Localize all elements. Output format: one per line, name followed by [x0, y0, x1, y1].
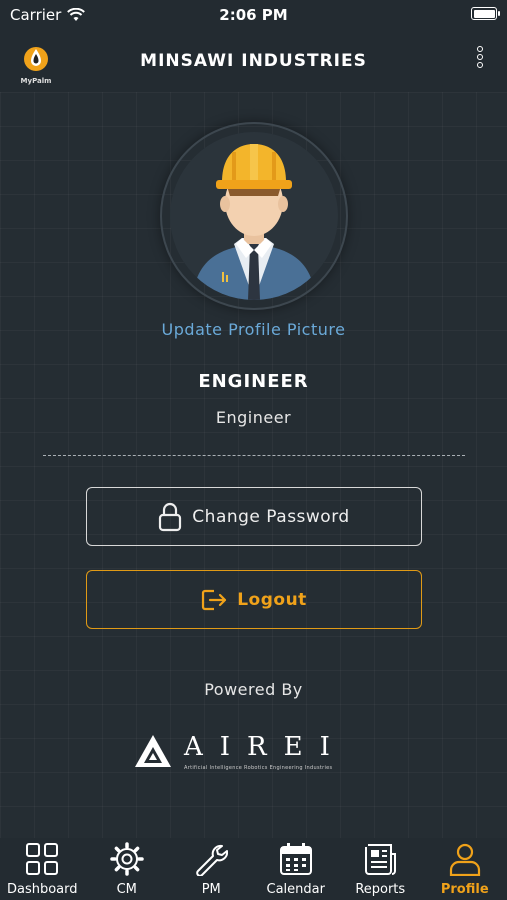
- airei-logo: AIREI Artificial Intelligence Robotics E…: [134, 732, 374, 778]
- app-logo[interactable]: MyPalm: [20, 44, 52, 85]
- dashboard-icon: [26, 843, 59, 875]
- tab-cm[interactable]: CM: [85, 838, 170, 900]
- wrench-icon: [196, 844, 229, 876]
- app-header: MyPalm MINSAWI INDUSTRIES: [0, 30, 507, 92]
- bottom-tab-bar: Dashboard CM PM Calendar Reports Profile: [0, 838, 507, 900]
- powered-by-label: Powered By: [204, 680, 303, 699]
- tab-label: Dashboard: [6, 882, 78, 897]
- logo-text: MyPalm: [20, 77, 52, 85]
- tab-label: Reports: [355, 882, 406, 897]
- tab-calendar[interactable]: Calendar: [254, 838, 339, 900]
- gear-icon: [110, 842, 144, 876]
- tab-reports[interactable]: Reports: [338, 838, 423, 900]
- tab-pm[interactable]: PM: [169, 838, 254, 900]
- status-bar: Carrier 2:06 PM: [0, 0, 507, 30]
- clock: 2:06 PM: [219, 6, 288, 24]
- profile-icon: [449, 843, 480, 876]
- oil-drop-icon: [24, 47, 48, 71]
- lock-icon: [159, 502, 182, 531]
- airei-brand-text: AIREI: [184, 732, 347, 762]
- tab-label: Calendar: [266, 882, 325, 897]
- tab-label: PM: [201, 882, 221, 897]
- logout-label: Logout: [237, 589, 307, 610]
- tab-dashboard[interactable]: Dashboard: [0, 838, 85, 900]
- more-options-icon[interactable]: [475, 44, 485, 74]
- profile-content: Update Profile Picture ENGINEER Engineer…: [0, 92, 507, 838]
- avatar-frame[interactable]: [160, 122, 348, 310]
- tab-label: Profile: [440, 882, 489, 897]
- change-password-label: Change Password: [192, 506, 350, 527]
- airei-brand-subtitle: Artificial Intelligence Robotics Enginee…: [184, 765, 333, 771]
- page-title: MINSAWI INDUSTRIES: [140, 51, 367, 71]
- section-divider: [43, 455, 465, 456]
- calendar-icon: [279, 843, 312, 875]
- tab-profile[interactable]: Profile: [423, 838, 507, 900]
- logout-icon: [202, 589, 227, 610]
- change-password-button[interactable]: Change Password: [86, 487, 422, 546]
- avatar: [170, 132, 338, 300]
- logout-button[interactable]: Logout: [86, 570, 422, 629]
- reports-icon: [365, 844, 397, 875]
- engineer-avatar-icon: [170, 132, 338, 300]
- user-role: Engineer: [215, 408, 292, 427]
- user-name: ENGINEER: [198, 371, 309, 392]
- update-profile-picture-link[interactable]: Update Profile Picture: [0, 320, 507, 339]
- airei-triangle-icon: [135, 735, 171, 767]
- battery-icon: [471, 7, 500, 20]
- tab-label: CM: [116, 882, 137, 897]
